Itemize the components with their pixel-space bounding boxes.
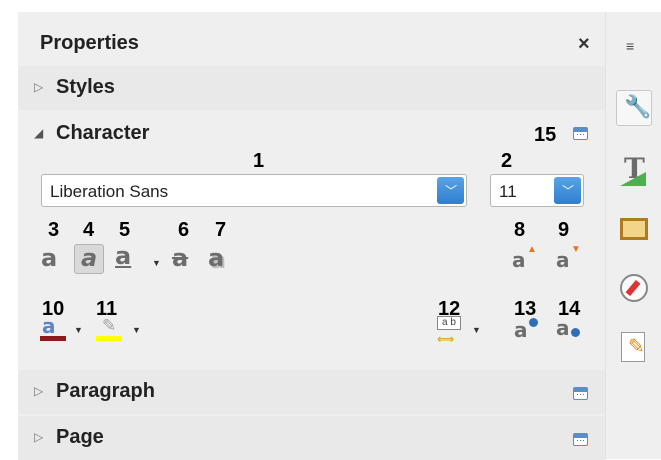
callout-5: 5 [119, 219, 131, 241]
decrease-font-size-icon: a [556, 248, 570, 272]
character-spacing-icon: a b [437, 316, 461, 330]
character-spacing-button[interactable]: a b ⟺ [434, 316, 464, 346]
decrease-font-size-button[interactable]: a ▼ [554, 244, 584, 274]
bold-icon: a [41, 244, 58, 272]
callout-7: 7 [215, 219, 227, 241]
highlighting-color-button[interactable]: ✎ [94, 314, 124, 344]
double-arrow-icon: ⟺ [437, 332, 455, 346]
gallery-icon [620, 218, 648, 240]
font-size-value: 11 [499, 182, 517, 201]
callout-3: 3 [48, 219, 60, 241]
section-styles[interactable]: ▷ Styles [18, 66, 605, 110]
triangle-ruler-icon [620, 172, 646, 186]
subscript-dot [571, 328, 580, 337]
tab-navigator[interactable] [616, 272, 652, 308]
callout-4: 4 [83, 219, 95, 241]
chevron-down-icon: ﹀ [562, 184, 575, 198]
section-paragraph-label: Paragraph [56, 380, 155, 402]
callout-8: 8 [514, 219, 526, 241]
shadow-button[interactable]: a [204, 244, 234, 274]
subscript-button[interactable]: a [554, 314, 584, 344]
arrow-up-icon: ▲ [527, 244, 537, 255]
superscript-button[interactable]: a [512, 314, 542, 344]
increase-font-size-button[interactable]: a ▲ [510, 244, 540, 274]
font-name-dropdown-button[interactable]: ﹀ [437, 177, 464, 204]
superscript-dot [529, 318, 538, 327]
increase-font-size-icon: a [512, 248, 526, 272]
section-character[interactable]: ◢ Character [18, 112, 605, 156]
section-styles-label: Styles [56, 76, 115, 98]
callout-6: 6 [178, 219, 190, 241]
superscript-icon: a [514, 318, 528, 342]
strikethrough-icon: a [172, 244, 189, 272]
paragraph-more-options-button[interactable] [573, 387, 588, 400]
italic-button[interactable]: a [74, 244, 104, 274]
highlighting-color-icon: ✎ [102, 316, 117, 335]
expand-triangle-icon: ▷ [34, 80, 44, 94]
font-color-icon: a [42, 314, 56, 338]
collapse-triangle-icon: ◢ [34, 126, 44, 140]
highlight-color-bar [96, 336, 122, 341]
bold-button[interactable]: a [37, 244, 67, 274]
tab-styles[interactable]: T [616, 152, 652, 188]
section-character-label: Character [56, 122, 150, 144]
expand-triangle-icon: ▷ [34, 430, 44, 444]
tab-gallery[interactable] [616, 212, 652, 248]
font-size-dropdown-button[interactable]: ﹀ [554, 177, 581, 204]
section-paragraph[interactable]: ▷ Paragraph [18, 370, 605, 414]
wrench-icon: 🔧 [624, 94, 652, 119]
callout-1: 1 [253, 150, 265, 172]
font-name-value: Liberation Sans [50, 182, 169, 201]
sidebar-tabbar: ≡ 🔧 T ✎ [605, 12, 661, 459]
character-more-options-button[interactable] [573, 127, 588, 140]
subscript-icon: a [556, 316, 570, 340]
font-name-combobox[interactable]: Liberation Sans ﹀ [41, 174, 467, 207]
arrow-down-icon: ▼ [571, 244, 581, 255]
callout-15: 15 [534, 124, 557, 146]
properties-deck: Properties × ▷ Styles ◢ Character 15 1 2… [18, 12, 605, 460]
font-color-button[interactable]: a [38, 314, 68, 344]
chevron-down-icon: ﹀ [445, 184, 458, 198]
page-more-options-button[interactable] [573, 433, 588, 446]
underline-icon: a [115, 242, 132, 270]
tab-manage-changes[interactable]: ✎ [616, 330, 652, 366]
close-icon[interactable]: × [578, 33, 590, 56]
callout-2: 2 [501, 150, 513, 172]
tab-properties[interactable]: 🔧 [616, 90, 652, 126]
italic-icon: a [81, 244, 98, 272]
panel-titlebar: Properties × [18, 12, 605, 64]
panel-title: Properties [40, 32, 139, 54]
pencil-icon: ✎ [628, 336, 645, 358]
shadow-icon: a [208, 244, 225, 272]
expand-triangle-icon: ▷ [34, 384, 44, 398]
section-page[interactable]: ▷ Page [18, 416, 605, 460]
underline-button[interactable]: a [112, 244, 142, 274]
spacing-dropdown-arrow[interactable]: ▼ [472, 325, 481, 335]
highlighting-dropdown-arrow[interactable]: ▼ [132, 325, 141, 335]
callout-9: 9 [558, 219, 570, 241]
strikethrough-button[interactable]: a [168, 244, 198, 274]
section-page-label: Page [56, 426, 104, 448]
underline-dropdown-arrow[interactable]: ▼ [152, 258, 161, 268]
font-size-combobox[interactable]: 11 ﹀ [490, 174, 584, 207]
sidebar-menu-icon[interactable]: ≡ [626, 38, 634, 54]
font-color-bar [40, 336, 66, 341]
font-color-dropdown-arrow[interactable]: ▼ [74, 325, 83, 335]
